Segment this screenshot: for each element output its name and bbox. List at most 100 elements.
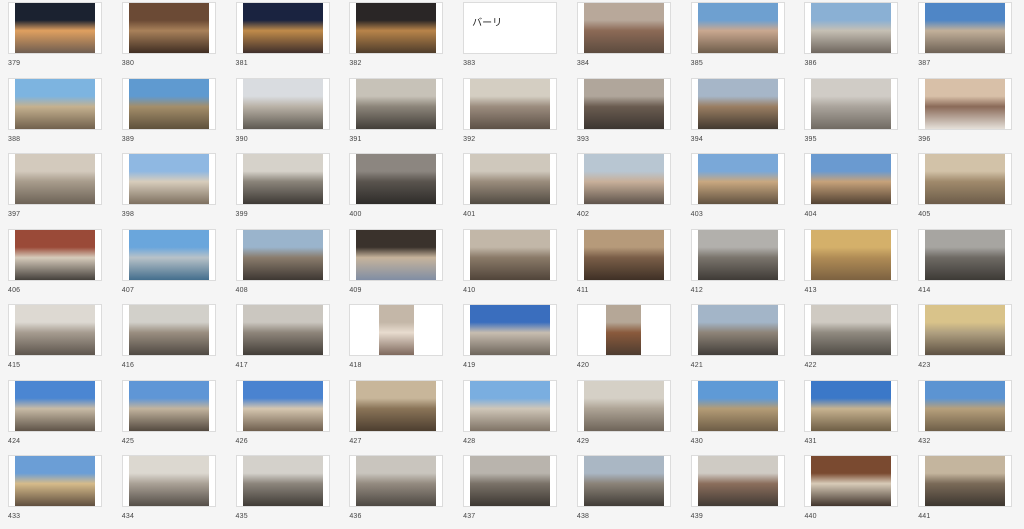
grid-cell[interactable]: 400: [341, 151, 455, 227]
thumbnail-frame[interactable]: [918, 2, 1013, 54]
thumbnail-frame[interactable]: [918, 304, 1013, 356]
thumbnail-frame[interactable]: [690, 153, 785, 205]
photo-thumbnail[interactable]: [128, 456, 209, 506]
photo-thumbnail[interactable]: [356, 380, 437, 431]
grid-cell[interactable]: 393: [569, 76, 683, 152]
photo-thumbnail[interactable]: [356, 229, 437, 280]
grid-cell[interactable]: 421: [683, 302, 797, 378]
grid-cell[interactable]: 385: [683, 0, 797, 76]
photo-thumbnail[interactable]: [811, 305, 892, 355]
thumbnail-frame[interactable]: [235, 2, 330, 54]
photo-thumbnail[interactable]: [242, 3, 323, 53]
grid-cell[interactable]: 436: [341, 453, 455, 529]
grid-cell[interactable]: 414: [910, 227, 1024, 303]
thumbnail-frame[interactable]: [576, 455, 671, 507]
thumbnail-frame[interactable]: [349, 455, 444, 507]
photo-thumbnail[interactable]: [697, 3, 778, 53]
grid-cell[interactable]: 423: [910, 302, 1024, 378]
thumbnail-frame[interactable]: [8, 228, 102, 281]
photo-thumbnail[interactable]: [811, 78, 892, 129]
thumbnail-frame[interactable]: [918, 455, 1013, 507]
photo-thumbnail[interactable]: [606, 305, 642, 355]
text-thumbnail[interactable]: バーリ: [464, 3, 557, 53]
photo-thumbnail[interactable]: [925, 154, 1006, 204]
thumbnail-frame[interactable]: [235, 228, 330, 281]
grid-cell[interactable]: 394: [683, 76, 797, 152]
grid-cell[interactable]: 416: [114, 302, 228, 378]
thumbnail-frame[interactable]: [121, 2, 216, 54]
thumbnail-frame[interactable]: [804, 228, 899, 281]
grid-cell[interactable]: 387: [910, 0, 1024, 76]
grid-cell[interactable]: 424: [0, 378, 114, 454]
thumbnail-frame[interactable]: [121, 455, 216, 507]
grid-cell[interactable]: 432: [910, 378, 1024, 454]
photo-thumbnail[interactable]: [697, 154, 778, 204]
thumbnail-frame[interactable]: [121, 77, 216, 130]
photo-thumbnail[interactable]: [583, 380, 664, 431]
photo-thumbnail[interactable]: [470, 78, 551, 129]
thumbnail-frame[interactable]: [463, 77, 558, 130]
photo-thumbnail[interactable]: [697, 78, 778, 129]
photo-thumbnail[interactable]: [128, 229, 209, 280]
grid-cell[interactable]: 415: [0, 302, 114, 378]
photo-thumbnail[interactable]: [697, 456, 778, 506]
grid-cell[interactable]: 382: [341, 0, 455, 76]
photo-thumbnail[interactable]: [356, 154, 437, 204]
grid-cell[interactable]: 407: [114, 227, 228, 303]
thumbnail-frame[interactable]: バーリ: [463, 2, 558, 54]
grid-cell[interactable]: 404: [796, 151, 910, 227]
photo-thumbnail[interactable]: [470, 229, 551, 280]
grid-cell[interactable]: 440: [796, 453, 910, 529]
thumbnail-frame[interactable]: [690, 304, 785, 356]
thumbnail-frame[interactable]: [121, 379, 216, 432]
grid-cell[interactable]: 389: [114, 76, 228, 152]
thumbnail-frame[interactable]: [349, 379, 444, 432]
photo-thumbnail[interactable]: [356, 456, 437, 506]
photo-thumbnail[interactable]: [356, 3, 437, 53]
photo-thumbnail[interactable]: [242, 456, 323, 506]
grid-cell[interactable]: 398: [114, 151, 228, 227]
thumbnail-frame[interactable]: [690, 2, 785, 54]
grid-cell[interactable]: 401: [455, 151, 569, 227]
photo-thumbnail[interactable]: [697, 229, 778, 280]
photo-thumbnail[interactable]: [925, 456, 1006, 506]
thumbnail-frame[interactable]: [576, 379, 671, 432]
grid-cell[interactable]: 406: [0, 227, 114, 303]
photo-thumbnail[interactable]: [697, 305, 778, 355]
grid-cell[interactable]: 409: [341, 227, 455, 303]
photo-thumbnail[interactable]: [128, 380, 209, 431]
photo-thumbnail[interactable]: [470, 456, 551, 506]
grid-cell[interactable]: 413: [796, 227, 910, 303]
photo-thumbnail[interactable]: [128, 78, 209, 129]
grid-cell[interactable]: 427: [341, 378, 455, 454]
photo-thumbnail[interactable]: [242, 78, 323, 129]
thumbnail-frame[interactable]: [918, 379, 1013, 432]
thumbnail-frame[interactable]: [349, 77, 444, 130]
photo-thumbnail[interactable]: [925, 380, 1006, 431]
photo-thumbnail[interactable]: [811, 456, 892, 506]
thumbnail-frame[interactable]: [235, 153, 330, 205]
photo-thumbnail[interactable]: [15, 229, 95, 280]
grid-cell[interactable]: 420: [569, 302, 683, 378]
grid-cell[interactable]: 391: [341, 76, 455, 152]
thumbnail-frame[interactable]: [349, 2, 444, 54]
photo-thumbnail[interactable]: [15, 78, 95, 129]
thumbnail-frame[interactable]: [576, 153, 671, 205]
photo-thumbnail[interactable]: [583, 78, 664, 129]
grid-cell[interactable]: 380: [114, 0, 228, 76]
grid-cell[interactable]: 412: [683, 227, 797, 303]
grid-cell[interactable]: 422: [796, 302, 910, 378]
photo-thumbnail[interactable]: [811, 154, 892, 204]
thumbnail-frame[interactable]: [235, 379, 330, 432]
thumbnail-frame[interactable]: [8, 153, 102, 205]
photo-thumbnail[interactable]: [242, 305, 323, 355]
thumbnail-frame[interactable]: [804, 77, 899, 130]
grid-cell[interactable]: 430: [683, 378, 797, 454]
grid-cell[interactable]: 381: [228, 0, 342, 76]
grid-cell[interactable]: バーリ 383: [455, 0, 569, 76]
thumbnail-frame[interactable]: [918, 228, 1013, 281]
thumbnail-frame[interactable]: [804, 455, 899, 507]
photo-thumbnail[interactable]: [811, 229, 892, 280]
grid-cell[interactable]: 425: [114, 378, 228, 454]
photo-thumbnail[interactable]: [811, 380, 892, 431]
